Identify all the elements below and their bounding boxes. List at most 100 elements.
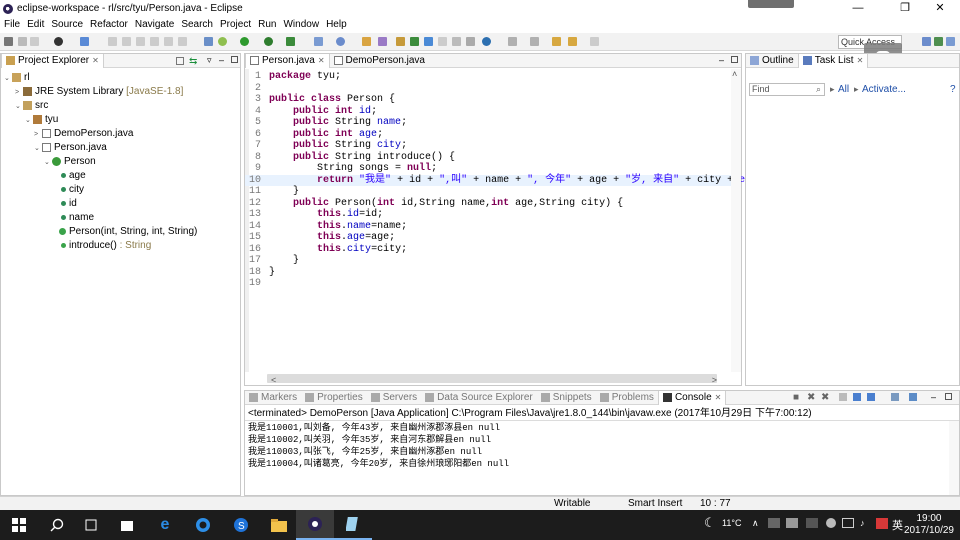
code-line[interactable]: 16 this.city=city;: [245, 244, 731, 256]
minimize-view-icon[interactable]: –: [219, 55, 224, 65]
tab-task-list[interactable]: Task List ✕: [797, 53, 869, 68]
editor-vertical-scrollbar[interactable]: ˄: [731, 69, 741, 372]
block-selection-icon[interactable]: [424, 37, 433, 46]
close-icon[interactable]: ✕: [92, 56, 99, 65]
menu-navigate[interactable]: Navigate: [135, 19, 174, 30]
scroll-left-icon[interactable]: <: [271, 375, 276, 385]
run-icon[interactable]: [240, 37, 249, 46]
find-search-icon[interactable]: ⌕: [816, 84, 821, 95]
new-icon[interactable]: [4, 37, 13, 46]
terminate-icon[interactable]: [150, 37, 159, 46]
menu-source[interactable]: Source: [51, 19, 83, 30]
menu-project[interactable]: Project: [220, 19, 251, 30]
code-line[interactable]: 17 }: [245, 255, 731, 267]
tray-app-icon-2[interactable]: [786, 518, 798, 528]
code-line[interactable]: 5 public String name;: [245, 117, 731, 129]
menu-refactor[interactable]: Refactor: [90, 19, 128, 30]
code-line[interactable]: 1 package tyu;: [245, 71, 731, 83]
editor-horizontal-scrollbar[interactable]: [267, 374, 717, 383]
menu-window[interactable]: Window: [283, 19, 319, 30]
code-line[interactable]: 8 public String introduce() {: [245, 152, 731, 164]
resume-icon[interactable]: [122, 37, 131, 46]
tray-expand-icon[interactable]: ∧: [752, 518, 759, 529]
annotation-icon[interactable]: [396, 37, 405, 46]
suspend-icon[interactable]: [136, 37, 145, 46]
all-link[interactable]: All: [838, 84, 849, 95]
menu-edit[interactable]: Edit: [27, 19, 44, 30]
forward-icon[interactable]: [590, 37, 599, 46]
step-into-icon[interactable]: [164, 37, 173, 46]
new-package-icon[interactable]: [336, 37, 345, 46]
maximize-view-icon[interactable]: [731, 56, 738, 63]
view-menu-icon[interactable]: ▿: [207, 55, 212, 66]
tab-project-explorer[interactable]: Project Explorer ✕: [1, 53, 104, 68]
tab-markers[interactable]: Markers: [245, 391, 301, 405]
search-icon[interactable]: [378, 37, 387, 46]
close-button[interactable]: ✕: [920, 1, 960, 16]
close-icon[interactable]: ✕: [715, 393, 722, 402]
remove-launch-icon[interactable]: ✖: [807, 392, 815, 403]
display-console-icon[interactable]: [891, 393, 899, 401]
debug-perspective-icon[interactable]: [946, 37, 955, 46]
pilcrow-icon[interactable]: [466, 37, 475, 46]
activate-link[interactable]: Activate...: [862, 84, 906, 95]
tree-item-rl[interactable]: ⌄ rl: [4, 71, 30, 84]
open-perspective-icon[interactable]: [922, 37, 931, 46]
toggle-mark-icon[interactable]: [410, 37, 419, 46]
tab-problems[interactable]: Problems: [596, 391, 658, 405]
tree-item-demoperson[interactable]: > DemoPerson.java: [34, 127, 133, 140]
eclipse-taskbar-button[interactable]: [296, 510, 334, 540]
sogou-ime-icon[interactable]: [876, 518, 888, 529]
code-line[interactable]: 2: [245, 83, 731, 95]
sogou-button[interactable]: S: [222, 510, 260, 540]
start-button[interactable]: [0, 510, 38, 540]
menu-help[interactable]: Help: [326, 19, 347, 30]
code-line[interactable]: 18}: [245, 267, 731, 279]
maximize-view-icon[interactable]: [945, 393, 952, 400]
show-whitespace-icon[interactable]: [452, 37, 461, 46]
external-tools-icon[interactable]: [286, 37, 295, 46]
tab-snippets[interactable]: Snippets: [537, 391, 596, 405]
find-input[interactable]: Find: [749, 83, 825, 96]
code-line[interactable]: 13 this.id=id;: [245, 209, 731, 221]
console-output[interactable]: 我是110001,叫刘备, 今年43岁, 来自幽州涿郡涿县en null 我是11…: [245, 421, 949, 483]
help-icon[interactable]: ?: [950, 84, 956, 95]
restore-button[interactable]: ❐: [885, 1, 925, 16]
tray-app-icon[interactable]: [768, 518, 780, 528]
search-button[interactable]: [38, 510, 76, 540]
tree-item-person-java[interactable]: ⌄ Person.java: [34, 141, 107, 154]
tree-item-person-class[interactable]: ⌄ Person: [44, 155, 96, 168]
next-annotation-icon[interactable]: [508, 37, 517, 46]
code-line[interactable]: 15 this.age=age;: [245, 232, 731, 244]
code-line[interactable]: 6 public int age;: [245, 129, 731, 141]
edge-button[interactable]: e: [146, 510, 184, 540]
tree-item-age[interactable]: age: [61, 169, 86, 182]
code-line[interactable]: 9 String songs = null;: [245, 163, 731, 175]
tab-data-source-explorer[interactable]: Data Source Explorer: [421, 391, 537, 405]
save-icon[interactable]: [18, 37, 27, 46]
minimize-button[interactable]: —: [838, 1, 878, 16]
tree-item-id[interactable]: id: [61, 197, 77, 210]
terminal-icon[interactable]: [80, 37, 89, 46]
tab-properties[interactable]: Properties: [301, 391, 367, 405]
file-explorer-button[interactable]: [260, 510, 298, 540]
tree-item-jre[interactable]: > JRE System Library [JavaSE-1.8]: [15, 85, 183, 98]
open-type-icon[interactable]: [204, 37, 213, 46]
scroll-right-icon[interactable]: >: [712, 375, 717, 385]
code-line[interactable]: 14 this.name=name;: [245, 221, 731, 233]
new-java-project-icon[interactable]: [314, 37, 323, 46]
code-line[interactable]: 10 return "我是" + id + ",叫" + name + ", 今…: [245, 174, 781, 186]
menu-run[interactable]: Run: [258, 19, 276, 30]
close-icon[interactable]: ✕: [857, 56, 864, 65]
word-wrap-icon[interactable]: [867, 393, 875, 401]
code-line[interactable]: 11 }: [245, 186, 731, 198]
skip-breakpoints-icon[interactable]: [108, 37, 117, 46]
prev-annotation-icon[interactable]: [530, 37, 539, 46]
tray-app-icon-3[interactable]: [806, 518, 818, 528]
menu-search[interactable]: Search: [181, 19, 213, 30]
volume-icon[interactable]: ♪: [860, 518, 865, 528]
maximize-view-icon[interactable]: [231, 56, 238, 63]
word-wrap-icon[interactable]: [438, 37, 447, 46]
qq-browser-button[interactable]: [184, 510, 222, 540]
minimize-view-icon[interactable]: –: [719, 55, 724, 65]
